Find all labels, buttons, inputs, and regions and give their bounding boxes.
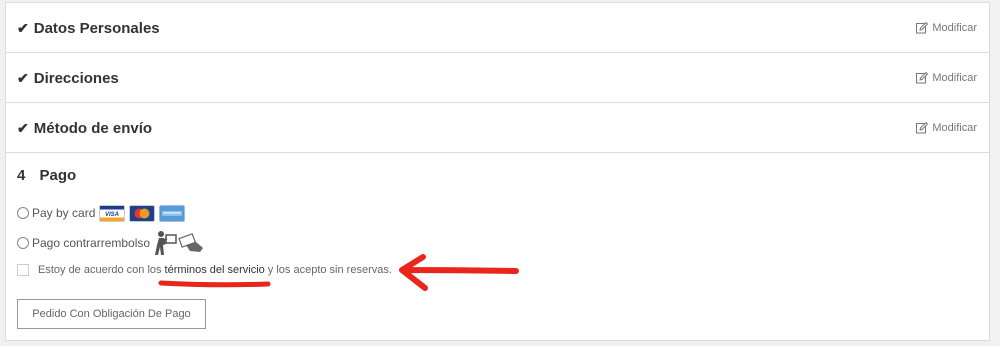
payment-heading: 4 Pago [17,167,978,184]
step-title: Direcciones [33,69,119,87]
step-title: Pago [39,167,77,184]
option-label: Pago contrarrembolso [32,236,151,250]
mastercard-card-icon [129,204,156,222]
step-direcciones: ✔ Direcciones Modificar [5,52,990,103]
step-title: Método de envío [33,119,153,137]
payment-option-card[interactable]: Pay by card VISA [17,202,978,224]
amex-card-icon [159,204,186,222]
modify-label: Modificar [932,22,977,34]
modify-label: Modificar [932,122,977,134]
checkmark-icon: ✔ [17,69,29,86]
svg-text:VISA: VISA [105,212,119,218]
modify-link[interactable]: Modificar [916,72,977,84]
option-label: Pay by card [32,206,96,220]
terms-row: Estoy de acuerdo con los términos del se… [17,264,978,276]
checkmark-icon: ✔ [17,19,29,36]
step-datos-personales: ✔ Datos Personales Modificar [5,2,990,53]
checkmark-icon: ✔ [17,119,29,136]
cod-radio[interactable] [17,237,29,249]
step-pago: 4 Pago Pay by card VISA Pago contrarremb… [5,152,990,341]
modify-link[interactable]: Modificar [916,122,977,134]
visa-card-icon: VISA [99,204,126,222]
card-radio[interactable] [17,207,29,219]
edit-icon [916,22,929,34]
modify-label: Modificar [932,72,977,84]
terms-link[interactable]: términos del servicio [165,264,265,276]
cash-hand-icon [178,233,204,252]
courier-icon [155,231,177,255]
step-title: Datos Personales [33,19,160,37]
terms-checkbox[interactable] [17,264,29,276]
payment-option-cod[interactable]: Pago contrarrembolso [17,231,978,255]
terms-suffix: y los acepto sin reservas. [267,264,392,276]
step-metodo-envio: ✔ Método de envío Modificar [5,102,990,153]
terms-prefix: Estoy de acuerdo con los [38,264,162,276]
edit-icon [916,122,929,134]
edit-icon [916,72,929,84]
place-order-button[interactable]: Pedido Con Obligación De Pago [17,299,206,329]
step-number: 4 [17,167,26,184]
modify-link[interactable]: Modificar [916,22,977,34]
